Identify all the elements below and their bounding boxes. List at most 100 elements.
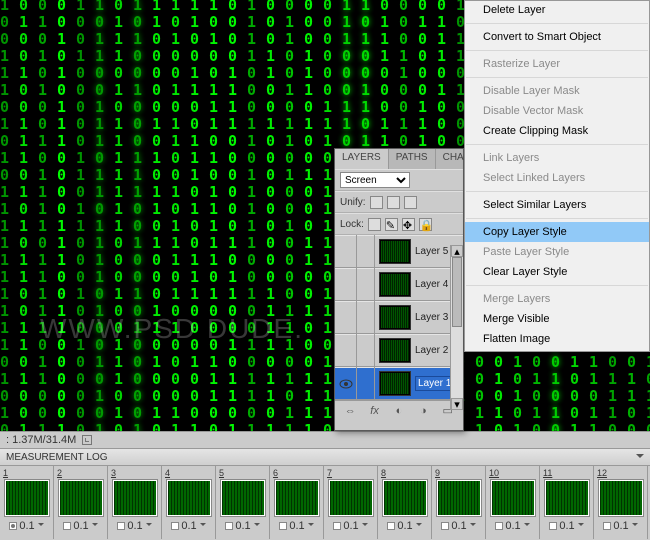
frame-selected-icon[interactable] bbox=[441, 522, 449, 530]
frame-thumb[interactable] bbox=[491, 480, 535, 516]
blend-mode-select[interactable]: Screen bbox=[340, 172, 410, 188]
link-layers-icon[interactable]: ⇔ bbox=[343, 404, 357, 418]
layer-thumb[interactable] bbox=[379, 239, 411, 264]
frame-1[interactable]: 1 0.1 bbox=[0, 466, 54, 539]
frame-delay[interactable]: 0.1 bbox=[235, 520, 250, 532]
frame-selected-icon[interactable] bbox=[117, 522, 125, 530]
layer-thumb[interactable] bbox=[379, 305, 411, 330]
visibility-toggle[interactable] bbox=[335, 268, 357, 301]
frame-delay[interactable]: 0.1 bbox=[613, 520, 628, 532]
chevron-down-icon[interactable] bbox=[254, 523, 260, 529]
layer-thumb[interactable] bbox=[379, 338, 411, 363]
frame-selected-icon[interactable] bbox=[171, 522, 179, 530]
menu-item-copy-layer-style[interactable]: Copy Layer Style bbox=[465, 222, 649, 242]
frame-thumb[interactable] bbox=[221, 480, 265, 516]
layer-row[interactable]: Layer 1 bbox=[335, 367, 463, 400]
frame-thumb[interactable] bbox=[599, 480, 643, 516]
frame-selected-icon[interactable] bbox=[549, 522, 557, 530]
frame-thumb[interactable] bbox=[113, 480, 157, 516]
layer-thumb[interactable] bbox=[379, 371, 411, 396]
chevron-down-icon[interactable] bbox=[632, 523, 638, 529]
frame-selected-icon[interactable] bbox=[9, 522, 17, 530]
menu-item-create-clipping-mask[interactable]: Create Clipping Mask bbox=[465, 121, 649, 141]
frame-10[interactable]: 10 0.1 bbox=[486, 466, 540, 539]
frame-selected-icon[interactable] bbox=[333, 522, 341, 530]
frame-selected-icon[interactable] bbox=[603, 522, 611, 530]
link-cell[interactable] bbox=[357, 268, 375, 301]
visibility-toggle[interactable] bbox=[335, 367, 357, 400]
frame-7[interactable]: 7 0.1 bbox=[324, 466, 378, 539]
chevron-down-icon[interactable] bbox=[470, 523, 476, 529]
layer-row[interactable]: Layer 4 bbox=[335, 268, 463, 301]
frame-8[interactable]: 8 0.1 bbox=[378, 466, 432, 539]
chevron-down-icon[interactable] bbox=[416, 523, 422, 529]
frame-12[interactable]: 12 0.1 bbox=[594, 466, 648, 539]
frame-thumb[interactable] bbox=[329, 480, 373, 516]
chevron-down-icon[interactable] bbox=[38, 523, 44, 529]
lock-image-icon[interactable]: ✎ bbox=[385, 218, 398, 231]
menu-item-select-similar-layers[interactable]: Select Similar Layers bbox=[465, 195, 649, 215]
frame-selected-icon[interactable] bbox=[495, 522, 503, 530]
frame-2[interactable]: 2 0.1 bbox=[54, 466, 108, 539]
link-cell[interactable] bbox=[357, 367, 375, 400]
layer-row[interactable]: Layer 5 bbox=[335, 235, 463, 268]
frame-delay[interactable]: 0.1 bbox=[73, 520, 88, 532]
visibility-toggle[interactable] bbox=[335, 334, 357, 367]
frame-11[interactable]: 11 0.1 bbox=[540, 466, 594, 539]
chevron-down-icon[interactable] bbox=[200, 523, 206, 529]
frame-selected-icon[interactable] bbox=[387, 522, 395, 530]
menu-item-delete-layer[interactable]: Delete Layer bbox=[465, 0, 649, 20]
scroll-up-icon[interactable]: ▴ bbox=[451, 245, 463, 257]
link-cell[interactable] bbox=[357, 235, 375, 268]
tab-paths[interactable]: PATHS bbox=[389, 149, 436, 169]
link-cell[interactable] bbox=[357, 334, 375, 367]
menu-item-flatten-image[interactable]: Flatten Image bbox=[465, 329, 649, 349]
frame-delay[interactable]: 0.1 bbox=[181, 520, 196, 532]
visibility-toggle[interactable] bbox=[335, 301, 357, 334]
unify-visibility-icon[interactable] bbox=[387, 196, 400, 209]
frame-delay[interactable]: 0.1 bbox=[451, 520, 466, 532]
frame-thumb[interactable] bbox=[5, 480, 49, 516]
scroll-down-icon[interactable]: ▾ bbox=[451, 398, 463, 410]
frame-4[interactable]: 4 0.1 bbox=[162, 466, 216, 539]
lock-transparent-icon[interactable] bbox=[368, 218, 381, 231]
frame-delay[interactable]: 0.1 bbox=[505, 520, 520, 532]
chevron-down-icon[interactable] bbox=[146, 523, 152, 529]
unify-position-icon[interactable] bbox=[370, 196, 383, 209]
frame-selected-icon[interactable] bbox=[225, 522, 233, 530]
tab-layers[interactable]: LAYERS bbox=[335, 149, 389, 169]
frame-5[interactable]: 5 0.1 bbox=[216, 466, 270, 539]
layer-thumb[interactable] bbox=[379, 272, 411, 297]
layer-row[interactable]: Layer 2 bbox=[335, 334, 463, 367]
chevron-down-icon[interactable] bbox=[308, 523, 314, 529]
frame-thumb[interactable] bbox=[545, 480, 589, 516]
animation-header[interactable]: MEASUREMENT LOG bbox=[0, 449, 650, 466]
frame-thumb[interactable] bbox=[275, 480, 319, 516]
menu-item-clear-layer-style[interactable]: Clear Layer Style bbox=[465, 262, 649, 282]
unify-style-icon[interactable] bbox=[404, 196, 417, 209]
frame-delay[interactable]: 0.1 bbox=[397, 520, 412, 532]
frame-delay[interactable]: 0.1 bbox=[127, 520, 142, 532]
layer-fx-icon[interactable]: fx bbox=[368, 404, 382, 418]
link-cell[interactable] bbox=[357, 301, 375, 334]
layer-mask-icon[interactable]: ◐ bbox=[392, 404, 406, 418]
frame-delay[interactable]: 0.1 bbox=[559, 520, 574, 532]
frame-thumb[interactable] bbox=[59, 480, 103, 516]
lock-position-icon[interactable]: ✥ bbox=[402, 218, 415, 231]
lock-all-icon[interactable]: 🔒 bbox=[419, 218, 432, 231]
frame-thumb[interactable] bbox=[167, 480, 211, 516]
adjustment-layer-icon[interactable]: ◑ bbox=[416, 404, 430, 418]
layer-row[interactable]: Layer 3 bbox=[335, 301, 463, 334]
menu-item-merge-visible[interactable]: Merge Visible bbox=[465, 309, 649, 329]
visibility-toggle[interactable] bbox=[335, 235, 357, 268]
layers-scrollbar[interactable]: ▴ ▾ bbox=[450, 245, 463, 410]
frame-delay[interactable]: 0.1 bbox=[343, 520, 358, 532]
chevron-down-icon[interactable] bbox=[578, 523, 584, 529]
chevron-down-icon[interactable] bbox=[524, 523, 530, 529]
frame-3[interactable]: 3 0.1 bbox=[108, 466, 162, 539]
frame-thumb[interactable] bbox=[383, 480, 427, 516]
frame-6[interactable]: 6 0.1 bbox=[270, 466, 324, 539]
frame-selected-icon[interactable] bbox=[63, 522, 71, 530]
menu-item-convert-to-smart-object[interactable]: Convert to Smart Object bbox=[465, 27, 649, 47]
frame-delay[interactable]: 0.1 bbox=[289, 520, 304, 532]
